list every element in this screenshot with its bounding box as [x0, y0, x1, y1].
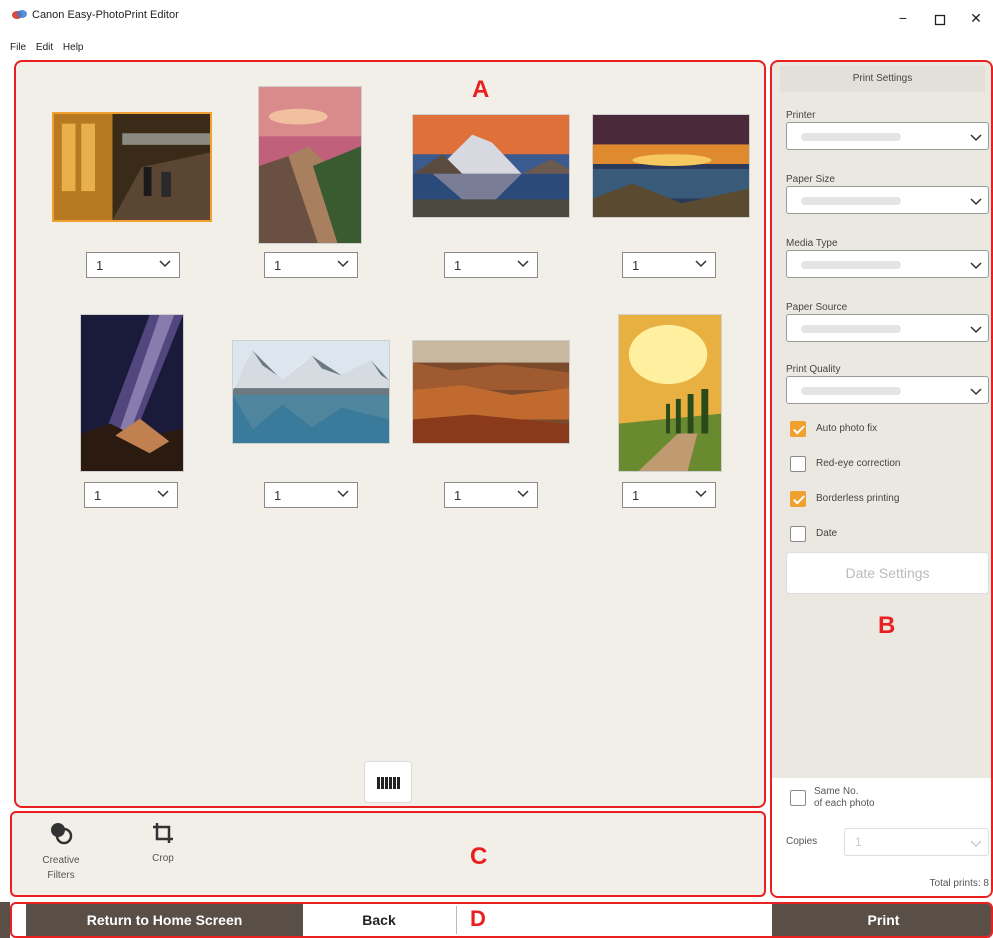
paper-source-label: Paper Source — [786, 302, 848, 313]
print-button[interactable]: Print — [772, 904, 991, 936]
close-icon[interactable]: ✕ — [966, 10, 986, 30]
sunset-sea-photo[interactable] — [592, 114, 750, 218]
matterhorn-photo[interactable] — [412, 114, 570, 218]
copies-select-2[interactable]: 1 — [264, 252, 358, 278]
chevron-down-icon — [517, 260, 529, 268]
annotation-label-b: B — [878, 612, 896, 639]
paper-source-select[interactable] — [786, 314, 989, 342]
auto-photo-fix-checkbox[interactable] — [790, 421, 806, 437]
chevron-down-icon — [517, 490, 529, 498]
copies-select-7[interactable]: 1 — [444, 482, 538, 508]
bottom-action-bar: Return to Home Screen Back D Print — [10, 902, 993, 938]
auto-photo-fix-label: Auto photo fix — [816, 423, 878, 434]
creative-filters-icon — [51, 823, 73, 845]
bottom-edge — [0, 902, 10, 938]
date-label: Date — [816, 528, 838, 539]
back-button[interactable]: Back — [304, 904, 454, 936]
print-settings-panel: Print Settings Printer Paper Size Media … — [770, 60, 993, 898]
canyon-photo[interactable] — [412, 340, 570, 444]
minimize-icon[interactable]: − — [893, 10, 913, 30]
media-type-label: Media Type — [786, 238, 838, 249]
date-settings-button[interactable]: Date Settings — [786, 552, 989, 594]
paper-size-label: Paper Size — [786, 174, 835, 185]
photo-preview-area: A 1 1 1 1 1 1 1 1 — [14, 60, 766, 808]
copies-select-8[interactable]: 1 — [622, 482, 716, 508]
annotation-label-a: A — [472, 76, 490, 103]
mountain-lake-photo[interactable] — [232, 340, 390, 444]
copies-label: Copies — [786, 836, 818, 847]
annotation-label-c: C — [470, 843, 488, 870]
printer-select[interactable] — [786, 122, 989, 150]
media-type-select[interactable] — [786, 250, 989, 278]
copies-select-4[interactable]: 1 — [622, 252, 716, 278]
maximize-icon[interactable] — [930, 10, 950, 30]
menu-edit[interactable]: Edit — [36, 42, 53, 53]
menu-bar: File Edit Help — [10, 42, 91, 53]
red-eye-label: Red-eye correction — [816, 458, 901, 469]
menu-file[interactable]: File — [10, 42, 26, 53]
cypress-road-photo[interactable] — [618, 314, 722, 472]
return-home-button[interactable]: Return to Home Screen — [26, 904, 303, 936]
menu-help[interactable]: Help — [63, 42, 84, 53]
copies-select-5[interactable]: 1 — [84, 482, 178, 508]
creative-filters-tool[interactable]: Creative Filters — [36, 821, 86, 883]
chevron-down-icon — [695, 260, 707, 268]
copies-select-1[interactable]: 1 — [86, 252, 180, 278]
same-no-label: Same No. of each photo — [814, 786, 875, 809]
crop-icon — [153, 823, 173, 843]
chevron-down-icon — [337, 260, 349, 268]
copies-select-3[interactable]: 1 — [444, 252, 538, 278]
borderless-checkbox[interactable] — [790, 491, 806, 507]
filmstrip-icon — [377, 777, 401, 789]
copies-select[interactable]: 1 — [844, 828, 989, 856]
date-checkbox[interactable] — [790, 526, 806, 542]
paper-size-select[interactable] — [786, 186, 989, 214]
chevron-down-icon — [970, 198, 982, 206]
milky-way-photo[interactable] — [80, 314, 184, 472]
print-settings-header: Print Settings — [780, 66, 985, 92]
annotation-label-d: D — [470, 906, 486, 931]
copies-select-6[interactable]: 1 — [264, 482, 358, 508]
edit-tools-area: Creative Filters Crop C — [10, 811, 766, 897]
chevron-down-icon — [970, 388, 982, 396]
layout-toggle-button[interactable] — [364, 761, 412, 803]
red-eye-checkbox[interactable] — [790, 456, 806, 472]
station-photo[interactable] — [52, 112, 212, 222]
chevron-down-icon — [159, 260, 171, 268]
chevron-down-icon — [970, 840, 982, 848]
great-wall-photo[interactable] — [258, 86, 362, 244]
print-quality-label: Print Quality — [786, 364, 841, 375]
crop-tool[interactable]: Crop — [138, 821, 188, 864]
divider — [456, 906, 457, 934]
chevron-down-icon — [970, 134, 982, 142]
print-quality-select[interactable] — [786, 376, 989, 404]
crop-label: Crop — [152, 853, 174, 864]
window-title: Canon Easy-PhotoPrint Editor — [32, 9, 179, 21]
app-icon — [12, 10, 27, 19]
copies-section: Same No. of each photo Copies 1 Total pr… — [772, 778, 991, 896]
chevron-down-icon — [695, 490, 707, 498]
chevron-down-icon — [157, 490, 169, 498]
creative-filters-label: Creative Filters — [42, 855, 80, 881]
total-prints: Total prints: 8 — [929, 878, 989, 889]
chevron-down-icon — [337, 490, 349, 498]
borderless-label: Borderless printing — [816, 493, 900, 504]
title-bar: Canon Easy-PhotoPrint Editor − ✕ — [0, 0, 993, 40]
chevron-down-icon — [970, 262, 982, 270]
printer-label: Printer — [786, 110, 816, 121]
chevron-down-icon — [970, 326, 982, 334]
same-no-checkbox[interactable] — [790, 790, 806, 806]
